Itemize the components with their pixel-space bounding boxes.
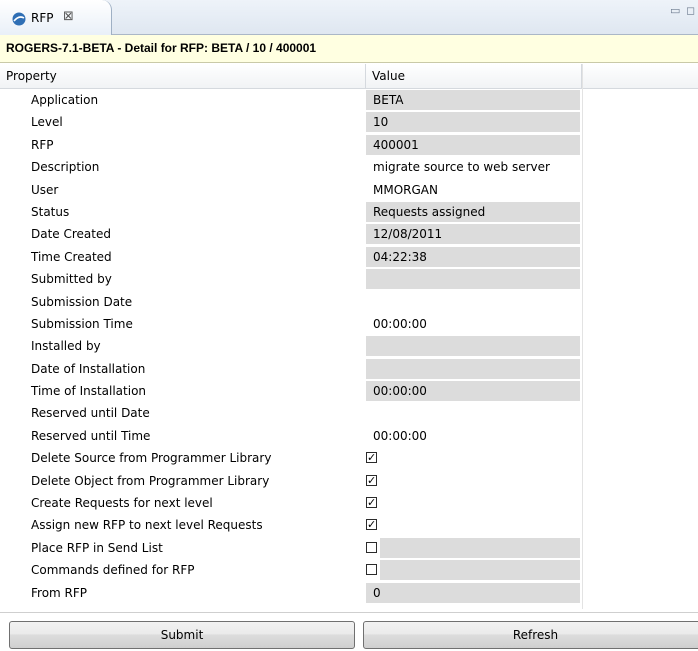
close-icon[interactable]: ⊠ <box>63 9 74 24</box>
table-row[interactable]: Reserved until Date <box>0 402 698 424</box>
table-row[interactable]: Submission Date <box>0 291 698 313</box>
property-label: From RFP <box>31 585 88 600</box>
table-row[interactable]: Delete Object from Programmer Library ✓ <box>0 470 698 492</box>
tab-title: RFP <box>31 11 54 25</box>
property-label: Level <box>31 115 63 130</box>
property-label: Application <box>31 93 99 107</box>
checkbox-checked[interactable]: ✓ <box>366 519 377 531</box>
property-value: 0 <box>366 582 580 603</box>
property-label: Submission Time <box>31 316 133 331</box>
tab-rfp[interactable]: RFP ⊠ <box>0 0 112 35</box>
property-table: Application BETA Level 10 RFP 400001 Descripti… <box>0 89 698 604</box>
table-row[interactable]: Date Created 12/08/2011 <box>0 223 698 245</box>
column-header-filler <box>582 64 698 89</box>
table-row[interactable]: Reserved until Time 00:00:00 <box>0 425 698 447</box>
table-row[interactable]: Create Requests for next level ✓ <box>0 492 698 514</box>
property-label: Installed by <box>31 339 101 354</box>
property-label: Submitted by <box>31 272 112 287</box>
property-label: Place RFP in Send List <box>31 540 163 555</box>
property-value: 10 <box>366 112 580 133</box>
checkbox-checked[interactable]: ✓ <box>366 474 377 486</box>
table-row[interactable]: Status Requests assigned <box>0 201 698 223</box>
property-value[interactable]: migrate source to web server <box>366 157 580 177</box>
property-label: RFP <box>31 137 54 152</box>
rfp-globe-icon <box>12 12 26 26</box>
checkbox-unchecked[interactable] <box>366 564 377 576</box>
table-row[interactable]: Time Created 04:22:38 <box>0 246 698 268</box>
table-row[interactable]: Assign new RFP to next level Requests ✓ <box>0 514 698 536</box>
table-row[interactable]: Place RFP in Send List <box>0 537 698 559</box>
submit-button[interactable]: Submit <box>9 621 355 649</box>
checkbox-unchecked[interactable] <box>366 541 377 553</box>
detail-header: ROGERS-7.1-BETA - Detail for RFP: BETA /… <box>0 35 698 63</box>
property-label: Create Requests for next level <box>31 496 213 511</box>
table-row[interactable]: Commands defined for RFP <box>0 559 698 581</box>
table-bottom-border <box>0 612 698 613</box>
table-row[interactable]: Installed by <box>0 335 698 357</box>
table-row[interactable]: Time of Installation 00:00:00 <box>0 380 698 402</box>
property-label: Status <box>31 204 70 219</box>
column-header-property[interactable]: Property <box>0 64 366 89</box>
property-value[interactable] <box>366 403 580 423</box>
table-row[interactable]: Description migrate source to web server <box>0 156 698 178</box>
table-row[interactable]: Level 10 <box>0 111 698 133</box>
checkbox-checked[interactable]: ✓ <box>366 497 377 509</box>
property-value: Requests assigned <box>366 201 580 222</box>
property-label: Reserved until Date <box>31 406 150 421</box>
property-label: Time of Installation <box>31 384 147 399</box>
refresh-button[interactable]: Refresh <box>363 621 698 649</box>
property-value <box>366 269 580 290</box>
property-value[interactable] <box>366 292 580 312</box>
checkbox-checked[interactable]: ✓ <box>366 452 377 464</box>
property-label: User <box>31 182 59 197</box>
property-label: Date of Installation <box>31 361 146 376</box>
property-label: Date Created <box>31 227 111 242</box>
table-row[interactable]: RFP 400001 <box>0 134 698 156</box>
table-row[interactable]: Submission Time 00:00:00 <box>0 313 698 335</box>
property-label: Delete Object from Programmer Library <box>31 473 270 488</box>
property-value: BETA <box>366 90 580 110</box>
property-label: Commands defined for RFP <box>31 563 195 578</box>
table-row[interactable]: Date of Installation <box>0 358 698 380</box>
property-label: Assign new RFP to next level Requests <box>31 518 263 533</box>
property-label: Submission Date <box>31 294 133 309</box>
editor-tab-bar: RFP ⊠ ▭ ◻ <box>0 0 698 35</box>
property-label: Delete Source from Programmer Library <box>31 451 272 466</box>
table-row[interactable]: Delete Source from Programmer Library ✓ <box>0 447 698 469</box>
property-value <box>366 336 580 357</box>
property-value[interactable]: 00:00:00 <box>366 426 580 446</box>
property-label: Description <box>31 160 100 175</box>
property-value: 12/08/2011 <box>366 224 580 245</box>
property-value[interactable]: 00:00:00 <box>366 314 580 334</box>
property-label: Time Created <box>31 249 112 264</box>
property-value: 00:00:00 <box>366 381 580 402</box>
table-row[interactable]: Application BETA <box>0 89 698 111</box>
readonly-cell <box>380 560 580 581</box>
maximize-icon[interactable]: ◻ <box>686 4 695 17</box>
property-value[interactable]: MMORGAN <box>366 180 580 200</box>
readonly-cell <box>380 537 580 558</box>
column-header-value[interactable]: Value <box>366 64 582 89</box>
table-row[interactable]: User MMORGAN <box>0 179 698 201</box>
table-row[interactable]: From RFP 0 <box>0 582 698 604</box>
table-row[interactable]: Submitted by <box>0 268 698 290</box>
property-value: 04:22:38 <box>366 246 580 267</box>
minimize-icon[interactable]: ▭ <box>670 4 680 17</box>
property-value: 400001 <box>366 134 580 155</box>
property-value <box>366 358 580 379</box>
property-label: Reserved until Time <box>31 428 151 443</box>
